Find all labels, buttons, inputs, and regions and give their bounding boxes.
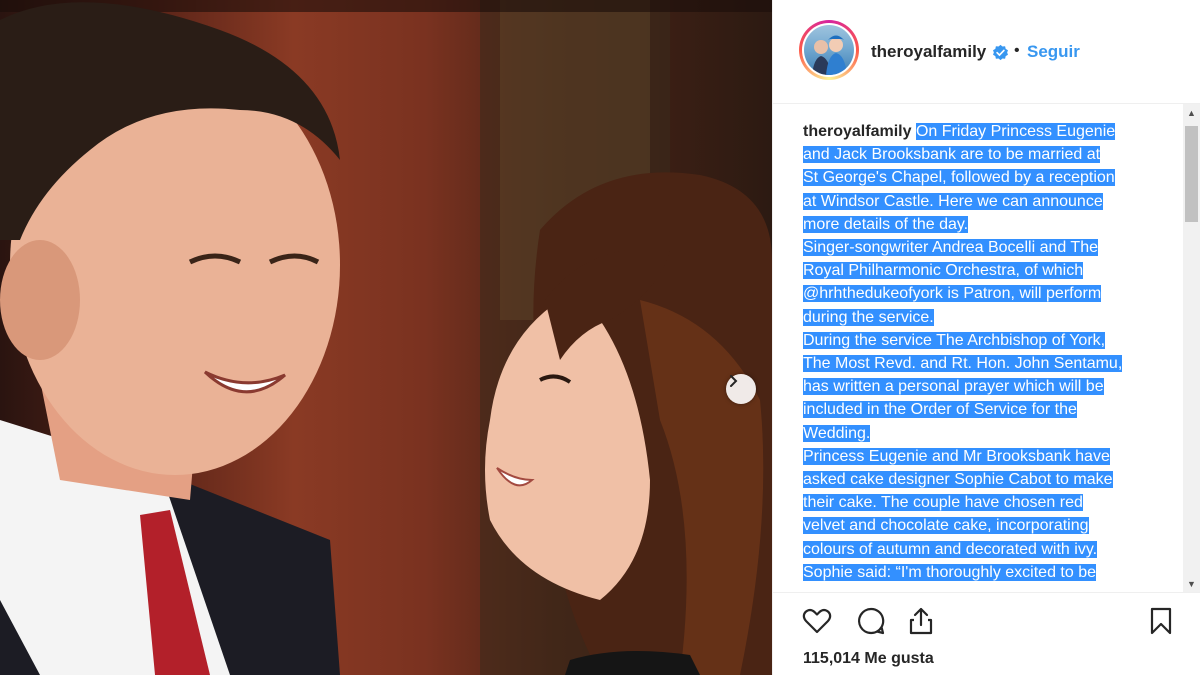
caption-line: On Friday Princess Eugenie bbox=[915, 123, 1116, 140]
heart-icon[interactable] bbox=[801, 605, 833, 637]
chevron-right-icon bbox=[730, 375, 738, 387]
avatar[interactable] bbox=[799, 20, 859, 80]
caption-line: The Most Revd. and Rt. Hon. John Sentamu… bbox=[803, 355, 1123, 373]
caption-line: their cake. The couple have chosen red bbox=[803, 494, 1083, 512]
caption-username[interactable]: theroyalfamily bbox=[803, 123, 911, 140]
post-photo bbox=[0, 0, 772, 675]
post-actions-bar bbox=[773, 592, 1200, 648]
comment-icon[interactable] bbox=[855, 605, 887, 637]
share-icon[interactable] bbox=[905, 605, 937, 637]
caption-scroll-area[interactable]: theroyalfamily On Friday Princess Eugeni… bbox=[773, 104, 1200, 592]
scroll-up-arrow-icon[interactable]: ▲ bbox=[1183, 104, 1200, 121]
caption-line: Sophie said: “I'm thoroughly excited to … bbox=[803, 563, 1096, 581]
caption-line: Royal Philharmonic Orchestra, of which bbox=[803, 262, 1084, 280]
header-username[interactable]: theroyalfamily bbox=[871, 42, 986, 62]
caption-line: Singer-songwriter Andrea Bocelli and The bbox=[803, 239, 1098, 257]
bookmark-icon[interactable] bbox=[1145, 605, 1177, 637]
caption-line: at Windsor Castle. Here we can announce bbox=[803, 192, 1103, 210]
caption-line: velvet and chocolate cake, incorporating bbox=[803, 517, 1089, 535]
caption-line: Wedding. bbox=[803, 424, 871, 442]
caption-line: and Jack Brooksbank are to be married at bbox=[803, 146, 1101, 164]
header-separator: • bbox=[1014, 42, 1020, 59]
couple-photo-illustration bbox=[0, 0, 772, 675]
post-side-panel: theroyalfamily • Seguir theroyalfamily O… bbox=[772, 0, 1200, 675]
caption-line: more details of the day. bbox=[803, 215, 969, 233]
caption-scrollbar[interactable]: ▲ ▼ bbox=[1183, 104, 1200, 592]
scroll-down-arrow-icon[interactable]: ▼ bbox=[1183, 575, 1200, 592]
caption-line: during the service. bbox=[803, 308, 934, 326]
post-header: theroyalfamily • Seguir bbox=[773, 0, 1200, 104]
caption-line: has written a personal prayer which will… bbox=[803, 378, 1104, 396]
carousel-next-button[interactable] bbox=[726, 374, 756, 404]
caption-line: asked cake designer Sophie Cabot to make bbox=[803, 471, 1113, 489]
verified-badge-icon bbox=[993, 44, 1008, 61]
follow-button[interactable]: Seguir bbox=[1027, 42, 1080, 62]
caption-line: During the service The Archbishop of Yor… bbox=[803, 331, 1106, 349]
likes-count[interactable]: 115,014 Me gusta bbox=[803, 650, 934, 668]
caption-line: included in the Order of Service for the bbox=[803, 401, 1077, 419]
avatar-image bbox=[804, 25, 854, 75]
caption-line: @hrhthedukeofyork is Patron, will perfor… bbox=[803, 285, 1102, 303]
caption-line: colours of autumn and decorated with ivy… bbox=[803, 540, 1098, 558]
scrollbar-thumb[interactable] bbox=[1185, 126, 1198, 222]
caption-line: Princess Eugenie and Mr Brooksbank have bbox=[803, 447, 1110, 465]
post-caption: theroyalfamily On Friday Princess Eugeni… bbox=[803, 120, 1163, 584]
caption-line: St George's Chapel, followed by a recept… bbox=[803, 169, 1115, 187]
